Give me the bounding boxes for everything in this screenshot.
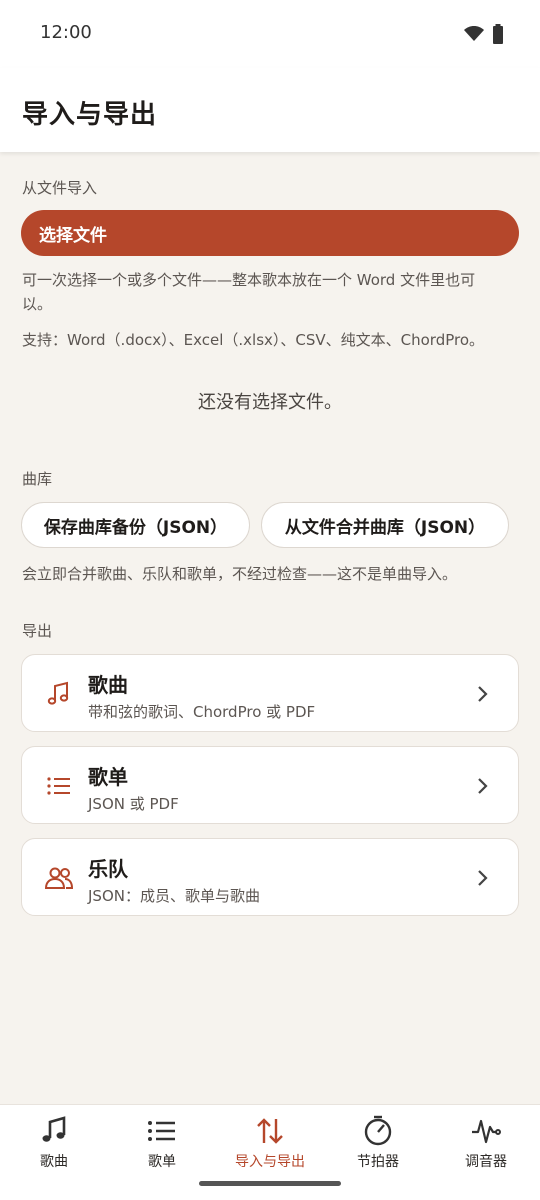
nav-item-metronome[interactable]: 节拍器	[324, 1105, 432, 1200]
chevron-right-icon	[478, 686, 488, 702]
app-bar: 导入与导出	[0, 68, 540, 152]
import-section-label: 从文件导入	[22, 179, 98, 197]
wifi-icon	[464, 26, 484, 41]
music-note-icon	[42, 1116, 66, 1142]
nav-label: 歌曲	[40, 1154, 68, 1170]
metronome-icon	[364, 1115, 392, 1146]
list-icon	[47, 777, 70, 795]
nav-label: 节拍器	[357, 1154, 399, 1170]
gesture-handle[interactable]	[199, 1181, 341, 1186]
nav-item-songs[interactable]: 歌曲	[0, 1105, 108, 1200]
library-note: 会立即合并歌曲、乐队和歌单，不经过检查——这不是单曲导入。	[22, 565, 458, 583]
export-bands-card[interactable]: 乐队 JSON：成员、歌单与歌曲	[21, 838, 519, 916]
import-help-multi: 可一次选择一个或多个文件——整本歌本放在一个 Word 文件里也可以。	[22, 271, 476, 313]
battery-icon	[493, 24, 503, 44]
nav-label: 调音器	[465, 1154, 507, 1170]
people-icon	[44, 867, 74, 889]
card-title: 歌曲	[88, 673, 128, 697]
save-library-backup-button[interactable]: 保存曲库备份（JSON）	[21, 502, 250, 548]
export-setlists-card[interactable]: 歌单 JSON 或 PDF	[21, 746, 519, 824]
card-subtitle: JSON 或 PDF	[88, 795, 179, 813]
page-title: 导入与导出	[22, 100, 158, 130]
card-title: 歌单	[88, 765, 128, 789]
card-subtitle: JSON：成员、歌单与歌曲	[88, 887, 260, 905]
status-time: 12:00	[40, 22, 92, 43]
status-icons	[464, 24, 504, 44]
export-section-label: 导出	[22, 622, 53, 640]
card-title: 乐队	[88, 857, 128, 881]
choose-file-button[interactable]: 选择文件	[21, 210, 519, 256]
library-section-label: 曲库	[22, 470, 53, 488]
card-subtitle: 带和弦的歌词、ChordPro 或 PDF	[88, 703, 316, 721]
import-export-icon	[257, 1118, 283, 1144]
status-bar: 12:00	[0, 0, 540, 68]
tuner-icon	[472, 1119, 501, 1144]
list-icon	[148, 1121, 175, 1141]
import-help-formats: 支持：Word（.docx）、Excel（.xlsx）、CSV、纯文本、Chor…	[22, 331, 485, 349]
nav-label: 导入与导出	[235, 1154, 305, 1170]
music-note-icon	[47, 681, 69, 705]
nav-label: 歌单	[148, 1154, 176, 1170]
no-file-selected-note: 还没有选择文件。	[198, 392, 342, 413]
chevron-right-icon	[478, 778, 488, 794]
merge-library-button[interactable]: 从文件合并曲库（JSON）	[261, 502, 509, 548]
nav-item-tuner[interactable]: 调音器	[432, 1105, 540, 1200]
export-songs-card[interactable]: 歌曲 带和弦的歌词、ChordPro 或 PDF	[21, 654, 519, 732]
chevron-right-icon	[478, 870, 488, 886]
